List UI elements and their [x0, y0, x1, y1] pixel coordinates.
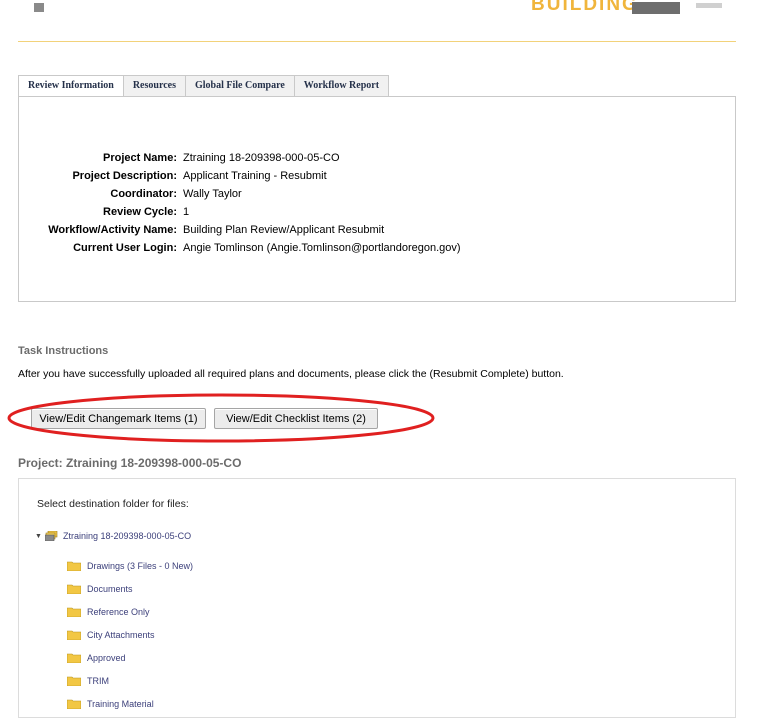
folder-city-attachments[interactable]: City Attachments: [67, 623, 193, 646]
project-name-value: Ztraining 18-209398-000-05-CO: [183, 152, 340, 164]
folder-label: Reference Only: [87, 606, 150, 617]
folder-label: TRIM: [87, 675, 109, 686]
folder-icon: [67, 607, 81, 617]
tab-bar: Review Information Resources Global File…: [18, 75, 390, 98]
task-instructions-title: Task Instructions: [18, 345, 109, 357]
brand-logo-mark: [632, 2, 680, 14]
tree-root-project[interactable]: ▼ Ztraining 18-209398-000-05-CO: [35, 531, 191, 541]
view-edit-changemark-button[interactable]: View/Edit Changemark Items (1): [31, 408, 206, 429]
review-information-panel: Project Name: Ztraining 18-209398-000-05…: [18, 96, 736, 302]
tab-workflow-report[interactable]: Workflow Report: [293, 75, 390, 96]
header-divider: [18, 41, 736, 42]
folder-drawings[interactable]: Drawings (3 Files - 0 New): [67, 554, 193, 577]
tab-global-file-compare[interactable]: Global File Compare: [184, 75, 295, 96]
folder-reference-only[interactable]: Reference Only: [67, 600, 193, 623]
folder-icon: [67, 699, 81, 709]
folder-icon: [67, 653, 81, 663]
folder-list: Drawings (3 Files - 0 New) Documents Ref…: [67, 554, 193, 715]
review-cycle-label: Review Cycle:: [103, 206, 177, 218]
folder-icon: [67, 630, 81, 640]
brand-logo-text: BUILDING: [531, 0, 639, 15]
coordinator-value: Wally Taylor: [183, 188, 242, 200]
file-destination-panel: Select destination folder for files: ▼ Z…: [18, 478, 736, 718]
current-user-value: Angie Tomlinson (Angie.Tomlinson@portlan…: [183, 242, 461, 254]
project-name-label: Project Name:: [103, 152, 177, 164]
tab-review-information[interactable]: Review Information: [18, 75, 124, 98]
project-description-value: Applicant Training - Resubmit: [183, 170, 327, 182]
brand-tagline: [696, 3, 722, 8]
folder-icon: [67, 584, 81, 594]
folder-icon: [67, 676, 81, 686]
coordinator-label: Coordinator:: [110, 188, 177, 200]
menu-icon[interactable]: [34, 3, 44, 12]
folder-training-material[interactable]: Training Material: [67, 692, 193, 715]
folder-label: Approved: [87, 652, 126, 663]
review-cycle-value: 1: [183, 206, 190, 218]
folder-icon: [67, 561, 81, 571]
folder-label: Drawings (3 Files - 0 New): [87, 560, 194, 571]
folder-trim[interactable]: TRIM: [67, 669, 193, 692]
folder-label: Documents: [87, 583, 133, 594]
collapse-arrow-icon[interactable]: ▼: [35, 533, 45, 540]
workflow-activity-value: Building Plan Review/Applicant Resubmit: [183, 224, 385, 236]
tab-resources[interactable]: Resources: [122, 75, 186, 96]
folder-label: City Attachments: [87, 629, 155, 640]
project-stack-icon: [45, 531, 58, 541]
destination-folder-label: Select destination folder for files:: [37, 498, 189, 510]
folder-documents[interactable]: Documents: [67, 577, 193, 600]
folder-label: Training Material: [87, 698, 154, 709]
project-description-label: Project Description:: [72, 170, 177, 182]
workflow-activity-label: Workflow/Activity Name:: [48, 224, 177, 236]
task-instructions-text: After you have successfully uploaded all…: [18, 368, 564, 380]
folder-approved[interactable]: Approved: [67, 646, 193, 669]
view-edit-checklist-button[interactable]: View/Edit Checklist Items (2): [214, 408, 378, 429]
tree-root-label: Ztraining 18-209398-000-05-CO: [63, 531, 192, 541]
project-heading: Project: Ztraining 18-209398-000-05-CO: [18, 456, 242, 470]
current-user-label: Current User Login:: [73, 242, 177, 254]
